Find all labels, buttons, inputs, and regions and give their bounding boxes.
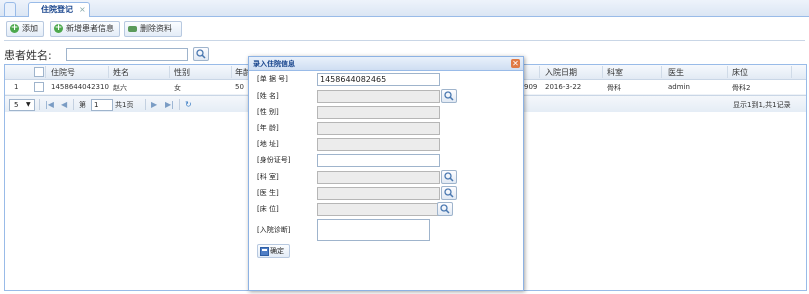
col-name[interactable]: 姓名 [113, 67, 129, 78]
cell-name: 赵六 [113, 84, 127, 92]
plus-icon: + [10, 23, 19, 33]
row-index: 1 [14, 83, 19, 91]
patient-name-search-input[interactable] [66, 48, 188, 61]
search-button[interactable] [193, 47, 209, 61]
cell-gender: 女 [174, 84, 181, 92]
diagnosis-label: [入院诊断] [257, 226, 291, 234]
plus-icon: + [54, 23, 63, 33]
search-icon [444, 188, 454, 198]
tab-strip: 住院登记 × [0, 0, 809, 18]
page-total: 共1页 [115, 101, 134, 109]
search-icon [440, 204, 450, 214]
bed-field[interactable] [317, 203, 440, 216]
cell-admission-no: 1458644042310 [51, 83, 109, 91]
doctor-label: [医 生] [257, 189, 279, 197]
row-checkbox[interactable] [34, 82, 44, 92]
idcard-field[interactable] [317, 154, 440, 167]
gender-label: [性 别] [257, 108, 279, 116]
gender-field[interactable] [317, 106, 440, 119]
delete-button-label: 删除资料 [140, 24, 172, 33]
bed-label: [床 位] [257, 205, 279, 213]
tab-close-icon[interactable]: × [79, 3, 86, 16]
minus-icon [128, 26, 137, 32]
address-label: [地 址] [257, 140, 279, 148]
cell-department: 骨科 [607, 84, 621, 92]
col-admission-date[interactable]: 入院日期 [545, 67, 577, 78]
save-icon [260, 247, 269, 256]
divider [4, 40, 805, 41]
search-icon [444, 91, 454, 101]
last-page-icon[interactable]: ▶| [165, 100, 174, 109]
name-lookup-button[interactable] [441, 89, 457, 103]
col-gender[interactable]: 性别 [174, 67, 190, 78]
tab-inpatient-registration[interactable]: 住院登记 × [28, 2, 90, 18]
page-size-value: 5 [14, 101, 19, 109]
dialog-header: 录入住院信息 ✕ [249, 57, 523, 71]
page-number-input[interactable]: 1 [91, 99, 113, 111]
add-button-label: 添加 [22, 24, 38, 33]
doc-no-label: [单 据 号] [257, 75, 288, 83]
tab-label: 住院登记 [41, 5, 73, 14]
add-button[interactable]: + 添加 [6, 21, 44, 37]
cell-doctor: admin [668, 83, 690, 91]
dialog-title: 录入住院信息 [253, 60, 295, 68]
cell-bed: 骨科2 [732, 84, 751, 92]
page-label: 第 [79, 101, 86, 109]
cell-admission-date: 2016-3-22 [545, 83, 582, 91]
doc-no-field[interactable]: 1458644082465 [317, 73, 440, 86]
toolbar: + 添加 + 新增患者信息 删除资料 [0, 17, 809, 39]
search-label: 患者姓名: [4, 49, 52, 62]
doctor-lookup-button[interactable] [441, 186, 457, 200]
confirm-button[interactable]: 确定 [257, 244, 290, 258]
first-page-icon[interactable]: |◀ [45, 100, 54, 109]
doctor-field[interactable] [317, 187, 440, 200]
department-field[interactable] [317, 171, 440, 184]
diagnosis-textarea[interactable] [317, 219, 430, 241]
cell-age: 50 [235, 83, 244, 91]
prev-page-icon[interactable]: ◀ [61, 100, 67, 109]
pager-summary: 显示1到1,共1记录 [733, 101, 791, 109]
age-field[interactable] [317, 122, 440, 135]
age-label: [年 龄] [257, 124, 279, 132]
chevron-down-icon: ▼ [26, 101, 31, 108]
next-page-icon[interactable]: ▶ [151, 100, 157, 109]
name-label: [姓 名] [257, 92, 279, 100]
department-lookup-button[interactable] [441, 170, 457, 184]
refresh-icon[interactable]: ↻ [185, 100, 192, 109]
name-field[interactable] [317, 90, 440, 103]
col-bed[interactable]: 床位 [732, 67, 748, 78]
col-doctor[interactable]: 医生 [668, 67, 684, 78]
close-icon[interactable]: ✕ [511, 59, 520, 68]
delete-button[interactable]: 删除资料 [124, 21, 182, 37]
bed-lookup-button[interactable] [437, 202, 453, 216]
cell-id-tail: 909 [524, 83, 538, 91]
department-label: [科 室] [257, 173, 279, 181]
confirm-button-label: 确定 [270, 247, 284, 255]
col-department[interactable]: 科室 [607, 67, 623, 78]
add-patient-button[interactable]: + 新增患者信息 [50, 21, 120, 37]
add-patient-button-label: 新增患者信息 [66, 24, 114, 33]
idcard-label: [身份证号] [257, 156, 291, 164]
address-field[interactable] [317, 138, 440, 151]
page-size-select[interactable]: 5 ▼ [9, 99, 35, 111]
search-icon [196, 49, 206, 59]
tab-stub[interactable] [4, 2, 16, 16]
search-icon [444, 172, 454, 182]
select-all-checkbox[interactable] [34, 67, 44, 77]
col-admission-no[interactable]: 住院号 [51, 67, 75, 78]
inpatient-entry-dialog: 录入住院信息 ✕ [单 据 号] 1458644082465 [姓 名] [性 … [248, 56, 524, 291]
